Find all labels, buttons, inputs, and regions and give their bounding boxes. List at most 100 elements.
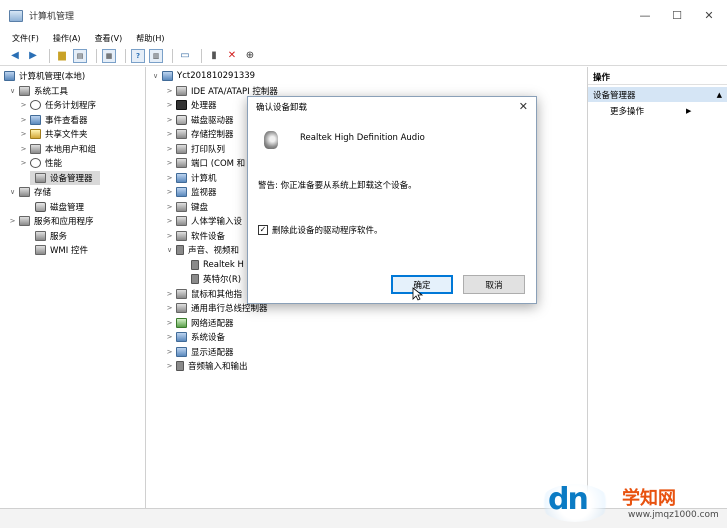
tree-item-system-tools[interactable]: ∨ 系统工具 [8,84,68,98]
console-tree: 计算机管理(本地) ∨ 系统工具 > 任务计划程序 > 事件查看器 > 共享文件… [0,67,146,508]
device-category[interactable]: > 处理器 [165,98,217,112]
device-category-label: 处理器 [191,101,217,111]
tree-item-disk-management[interactable]: 磁盘管理 [30,200,84,214]
collapse-arrow-icon[interactable]: ∨ [151,72,160,80]
uninstall-x-icon[interactable]: ✕ [225,49,239,63]
expand-arrow-icon[interactable]: > [165,116,174,124]
ide-controller-icon [176,86,187,96]
view-icon[interactable]: ▥ [149,48,163,63]
computer-management-icon [9,9,23,22]
device-item-realtek[interactable]: Realtek H [191,258,244,272]
device-category[interactable]: > 计算机 [165,171,217,185]
tree-item-device-manager[interactable]: 设备管理器 [30,171,100,185]
scan-download-icon[interactable]: ⊕ [243,49,257,63]
tree-label: WMI 控件 [50,246,88,256]
expand-arrow-icon[interactable]: > [165,304,174,312]
dialog-close-icon[interactable]: ✕ [519,100,528,113]
expand-arrow-icon[interactable]: > [19,130,28,138]
delete-driver-checkbox-row[interactable]: ✓ 删除此设备的驱动程序软件。 [258,224,383,236]
expand-arrow-icon[interactable]: > [165,101,174,109]
expand-arrow-icon[interactable]: > [19,101,28,109]
expand-arrow-icon[interactable]: > [165,362,174,370]
device-category[interactable]: > 打印队列 [165,142,225,156]
tree-item-shared-folders[interactable]: > 共享文件夹 [19,127,88,141]
menu-file[interactable]: 文件(F) [12,33,39,44]
device-category[interactable]: > 键盘 [165,200,208,214]
tree-item-wmi-control[interactable]: WMI 控件 [30,243,88,257]
expand-arrow-icon[interactable]: > [165,87,174,95]
device-category[interactable]: > 磁盘驱动器 [165,113,234,127]
close-window-button[interactable]: ✕ [693,0,725,31]
device-category-label: 端口 (COM 和 [191,159,246,169]
toolbar-separator [125,48,126,63]
device-category[interactable]: > 监视器 [165,185,217,199]
device-category[interactable]: > 人体学输入设 [165,214,242,228]
forward-arrow-icon[interactable]: ▶ [26,49,40,63]
collapse-arrow-icon[interactable]: ∨ [8,188,17,196]
tree-item-event-viewer[interactable]: > 事件查看器 [19,113,88,127]
device-category[interactable]: > 软件设备 [165,229,225,243]
maximize-button[interactable]: ☐ [661,0,693,31]
device-category[interactable]: > 网络适配器 [165,316,234,330]
collapse-arrow-icon[interactable]: ∨ [8,87,17,95]
device-category[interactable]: ∨ 声音、视频和 [165,243,239,257]
expand-arrow-icon[interactable]: > [19,159,28,167]
show-hide-tree-icon[interactable]: ▤ [73,48,87,63]
tree-item-performance[interactable]: > 性能 [19,156,62,170]
actions-section-label: 设备管理器 [593,90,636,101]
minimize-button[interactable]: — [629,0,661,31]
tree-label: 系统工具 [34,87,69,97]
expand-arrow-icon[interactable]: > [165,217,174,225]
tree-item-storage[interactable]: ∨ 存储 [8,185,51,199]
tree-item-computer-management[interactable]: 计算机管理(本地) [4,69,85,83]
device-root[interactable]: ∨ Yct201810291339 [151,69,255,83]
cancel-button[interactable]: 取消 [463,275,525,294]
tree-item-services[interactable]: 服务 [30,229,67,243]
expand-arrow-icon[interactable]: > [165,348,174,356]
device-category[interactable]: > 鼠标和其他指 [165,287,242,301]
delete-driver-checkbox[interactable]: ✓ [258,225,268,235]
expand-arrow-icon[interactable]: > [19,145,28,153]
expand-arrow-icon[interactable]: > [165,159,174,167]
expand-arrow-icon[interactable]: > [8,217,17,225]
expand-arrow-icon[interactable]: > [165,290,174,298]
expand-arrow-icon[interactable]: > [165,203,174,211]
tree-item-services-applications[interactable]: > 服务和应用程序 [8,214,94,228]
device-item-intel[interactable]: 英特尔(R) [191,272,241,286]
expand-arrow-icon[interactable]: > [165,174,174,182]
more-actions-link[interactable]: 更多操作 ▶ [610,105,691,117]
expand-arrow-icon[interactable]: > [165,333,174,341]
expand-arrow-icon[interactable]: > [165,130,174,138]
device-category[interactable]: > 端口 (COM 和 [165,156,245,170]
disk-drive-icon [176,115,187,125]
tree-item-local-users-groups[interactable]: > 本地用户和组 [19,142,96,156]
update-driver-icon[interactable]: ▮ [207,49,221,63]
collapse-triangle-icon[interactable]: ▲ [717,91,722,99]
menu-view[interactable]: 查看(V) [95,33,123,44]
menu-help[interactable]: 帮助(H) [136,33,164,44]
tree-label: 计算机管理(本地) [19,72,86,82]
device-category[interactable]: > 系统设备 [165,330,225,344]
actions-device-manager[interactable]: 设备管理器 ▲ [588,87,727,102]
toolbar-separator [201,48,202,63]
expand-arrow-icon[interactable]: > [165,145,174,153]
port-icon [176,158,187,168]
device-item-label: Realtek H [203,260,244,270]
expand-arrow-icon[interactable]: > [165,188,174,196]
menu-bar: 文件(F) 操作(A) 查看(V) 帮助(H) [0,31,727,45]
device-category[interactable]: > 存储控制器 [165,127,234,141]
collapse-arrow-icon[interactable]: ∨ [165,246,174,254]
back-arrow-icon[interactable]: ◀ [8,49,22,63]
device-category[interactable]: > 显示适配器 [165,345,234,359]
help-icon[interactable]: ? [131,48,145,63]
menu-action[interactable]: 操作(A) [53,33,81,44]
tree-item-task-scheduler[interactable]: > 任务计划程序 [19,98,96,112]
expand-arrow-icon[interactable]: > [19,116,28,124]
up-folder-icon[interactable]: ▆ [55,49,69,63]
speaker-icon [191,274,199,284]
properties-icon[interactable]: ▦ [102,48,116,63]
monitor-icon[interactable]: ▭ [178,49,192,63]
device-category[interactable]: > 音频输入和输出 [165,359,248,373]
expand-arrow-icon[interactable]: > [165,319,174,327]
expand-arrow-icon[interactable]: > [165,232,174,240]
